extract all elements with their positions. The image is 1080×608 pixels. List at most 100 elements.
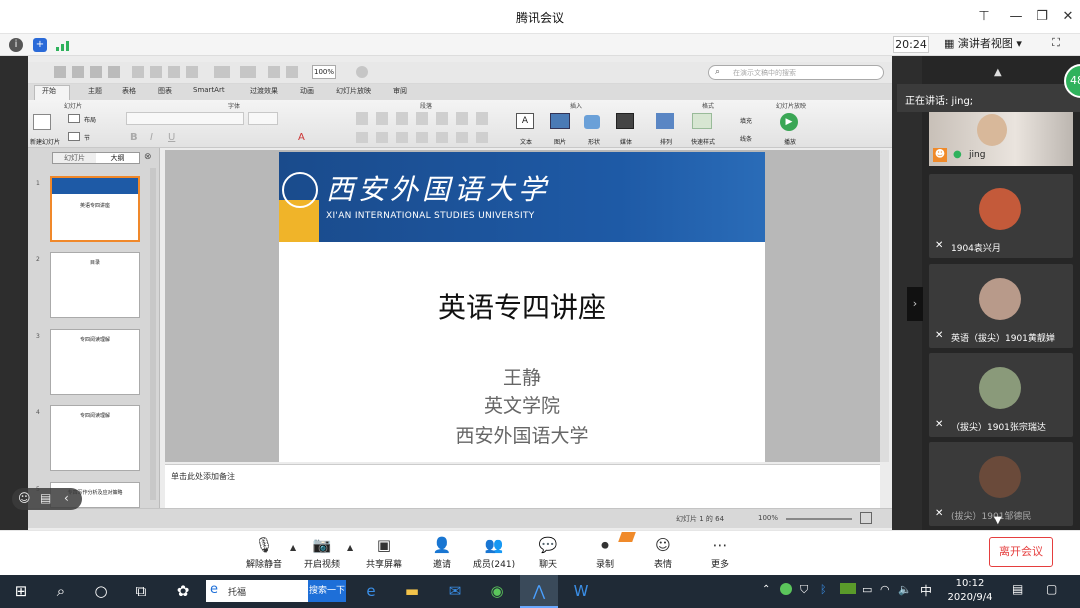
file-explorer-icon[interactable]: ▬	[393, 575, 431, 608]
new-icon[interactable]	[54, 66, 66, 78]
format-painter-icon[interactable]	[186, 66, 198, 78]
minimize-button[interactable]: —	[1006, 8, 1026, 26]
tab-charts[interactable]: 图表	[158, 86, 172, 96]
tencent-meeting-task[interactable]: ⋀	[520, 575, 558, 608]
video-tile-5[interactable]: ✕ (拔尖）1901邹德民	[929, 442, 1073, 526]
emoji-mini-icon[interactable]: ☺	[18, 491, 31, 505]
tab-slides[interactable]: 幻灯片	[53, 153, 96, 163]
expand-panel-button[interactable]: ›	[907, 287, 923, 321]
video-tile-2[interactable]: ✕ 1904袁兴月	[929, 174, 1073, 258]
taskbar-search-box[interactable]: e 托福	[206, 580, 308, 602]
font-name-select[interactable]	[126, 112, 244, 125]
copy-icon[interactable]	[150, 66, 162, 78]
paste-icon[interactable]	[168, 66, 180, 78]
undo-icon[interactable]	[214, 66, 230, 78]
print-icon[interactable]	[108, 66, 120, 78]
slide-thumbnail-3[interactable]: 专四阅读理解	[50, 329, 140, 395]
align-buttons[interactable]	[356, 132, 496, 143]
tray-app-icon[interactable]	[780, 583, 792, 595]
tab-smartart[interactable]: SmartArt	[193, 86, 225, 94]
thumb-scrollbar[interactable]	[150, 168, 156, 500]
scroll-down-icon[interactable]: ▼	[994, 515, 1002, 526]
insert-shape-button[interactable]: 形状	[580, 113, 608, 147]
mail-icon[interactable]: ✉	[436, 575, 474, 608]
new-slide-button[interactable]: 新建幻灯片	[30, 114, 60, 148]
ime-indicator[interactable]: 中	[920, 582, 932, 599]
collapse-mini-icon[interactable]: ‹	[64, 491, 69, 505]
help-icon[interactable]	[356, 66, 368, 78]
emoji-button[interactable]: ☺ 表情	[633, 536, 693, 570]
line-button[interactable]: 线条	[740, 134, 752, 143]
maximize-button[interactable]: ❐	[1032, 8, 1052, 26]
redo-icon[interactable]	[240, 66, 256, 78]
slide-scrollbar[interactable]	[880, 150, 889, 462]
bold-icon[interactable]: B	[130, 132, 138, 143]
more-button[interactable]: ⋯ 更多	[690, 536, 750, 570]
tray-expand-icon[interactable]: ⌃	[762, 584, 770, 595]
insert-picture-button[interactable]: 图片	[546, 113, 574, 147]
leave-meeting-button[interactable]: 离开会议	[989, 537, 1053, 567]
unmute-button[interactable]: 🎙 解除静音	[234, 536, 294, 570]
tab-transitions[interactable]: 过渡效果	[250, 86, 278, 96]
insert-text-button[interactable]: A 文本	[512, 113, 540, 147]
search-box[interactable]: ⌕ 在演示文稿中的搜索	[708, 65, 884, 80]
video-options-caret[interactable]: ▲	[347, 543, 353, 552]
open-icon[interactable]	[72, 66, 84, 78]
notes-pane[interactable]: 单击此处添加备注	[165, 464, 880, 508]
zoom-select[interactable]: 100%	[312, 65, 336, 79]
security-shield-icon[interactable]: +	[33, 38, 47, 52]
font-color-icon[interactable]: A	[298, 132, 305, 143]
play-button[interactable]: ▶ 播放	[776, 113, 804, 147]
italic-icon[interactable]: I	[150, 132, 153, 143]
search-icon[interactable]: ⌕	[42, 575, 80, 608]
fit-window-icon[interactable]	[860, 512, 872, 524]
action-center-icon[interactable]: ▢	[1046, 582, 1057, 596]
tab-home[interactable]: 开始	[42, 86, 56, 96]
fill-button[interactable]: 填充	[740, 116, 752, 125]
members-button[interactable]: 👥 成员(241)	[464, 536, 524, 570]
pin-icon[interactable]: ⊤	[974, 8, 994, 26]
video-tile-jing[interactable]: ☻ ● jing	[929, 112, 1073, 166]
fullscreen-icon[interactable]: ⛶	[1044, 36, 1068, 53]
chat-button[interactable]: 💬 聊天	[518, 536, 578, 570]
wifi-icon[interactable]: ◠	[880, 583, 890, 596]
scroll-up-icon[interactable]: ▲	[994, 67, 1002, 78]
nvidia-icon[interactable]	[840, 583, 856, 594]
slide-thumbnail-4[interactable]: 专四阅读理解	[50, 405, 140, 471]
underline-icon[interactable]: U	[168, 132, 175, 143]
search-go-button[interactable]: 搜索一下	[308, 580, 346, 602]
save-icon[interactable]	[90, 66, 102, 78]
app-icon-butterfly[interactable]: ✿	[164, 575, 202, 608]
tab-tables[interactable]: 表格	[122, 86, 136, 96]
view-mode-dropdown[interactable]: ▦ 演讲者视图 ▾	[944, 36, 1036, 53]
windows-start-icon[interactable]: ⊞	[2, 575, 40, 608]
share-screen-button[interactable]: ▣ 共享屏幕	[354, 536, 414, 570]
cortana-icon[interactable]: ○	[82, 575, 120, 608]
bluetooth-icon[interactable]: ᛒ	[820, 583, 827, 596]
tab-slideshow[interactable]: 幻灯片放映	[336, 86, 371, 96]
zoom-slider[interactable]	[786, 518, 852, 520]
arrange-button[interactable]: 排列	[652, 113, 680, 147]
slide-thumbnail-2[interactable]: 目录	[50, 252, 140, 318]
tab-outline[interactable]: 大纲	[96, 153, 139, 163]
tray-shield-icon[interactable]: ⛉	[800, 583, 808, 597]
slide-thumbnail-1[interactable]: 英语专四讲座	[50, 176, 140, 242]
tab-animations[interactable]: 动画	[300, 86, 314, 96]
list-format-buttons[interactable]	[356, 112, 496, 125]
battery-icon[interactable]: ▭	[862, 583, 872, 596]
start-video-button[interactable]: 📷 开启视频	[292, 536, 352, 570]
cut-icon[interactable]	[132, 66, 144, 78]
close-button[interactable]: ✕	[1058, 8, 1078, 26]
gallery-icon[interactable]	[286, 66, 298, 78]
layout-button[interactable]: 布局	[68, 113, 112, 125]
task-view-icon[interactable]: ⧉	[122, 575, 160, 608]
tab-review[interactable]: 审阅	[393, 86, 407, 96]
info-icon[interactable]: i	[9, 38, 23, 52]
font-size-select[interactable]	[248, 112, 278, 125]
video-tile-3[interactable]: ✕ 英语（拔尖）1901黄靓婵	[929, 264, 1073, 348]
insert-media-button[interactable]: 媒体	[612, 113, 640, 147]
notification-badge-icon[interactable]: ▤	[1012, 582, 1023, 596]
taskbar-clock[interactable]: 10:12 2020/9/4	[940, 577, 1000, 605]
invite-button[interactable]: 👤 邀请	[412, 536, 472, 570]
close-panel-icon[interactable]: ⊗	[144, 152, 152, 162]
